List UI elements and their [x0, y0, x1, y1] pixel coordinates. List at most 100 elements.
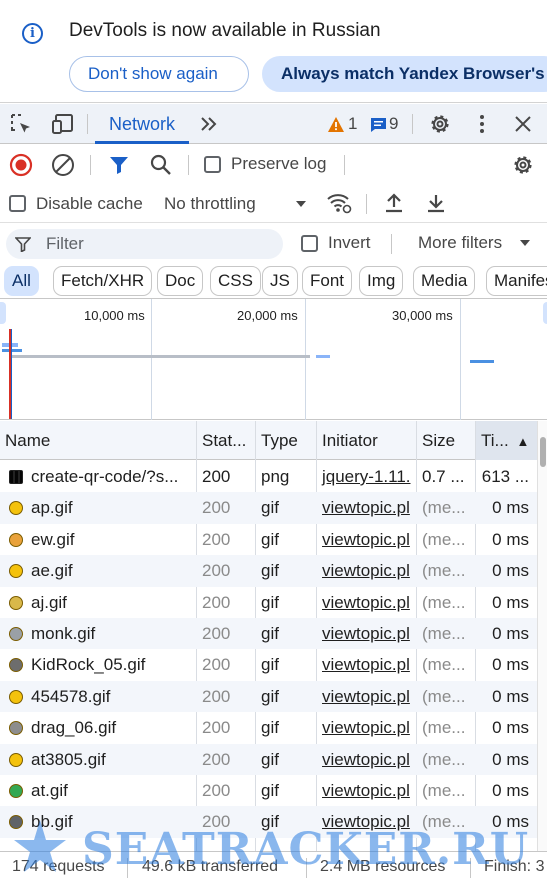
network-conditions-wifi-icon[interactable]: [326, 191, 352, 215]
settings-gear-icon[interactable]: [428, 112, 452, 136]
chip-media[interactable]: Media: [413, 266, 476, 296]
request-name[interactable]: ew.gif: [0, 524, 196, 555]
request-name[interactable]: at3805.gif: [0, 744, 196, 775]
network-settings-gear-icon[interactable]: [511, 153, 535, 177]
toolbar-divider: [366, 194, 367, 214]
table-scrollbar[interactable]: [537, 421, 547, 858]
tab-network[interactable]: Network: [95, 104, 190, 144]
request-initiator-link[interactable]: viewtopic.pl: [317, 806, 416, 837]
network-overview-timeline[interactable]: 10,000 ms 20,000 ms 30,000 ms: [0, 299, 547, 420]
request-initiator-link[interactable]: viewtopic.pl: [317, 524, 416, 555]
table-row[interactable]: 454578.gif 200 gif viewtopic.pl (me... 0 ms: [0, 680, 537, 713]
more-filters-dropdown[interactable]: More filters: [418, 233, 502, 253]
request-initiator-link[interactable]: viewtopic.pl: [317, 587, 416, 618]
table-row[interactable]: monk.gif 200 gif viewtopic.pl (me... 0 ms: [0, 618, 537, 650]
table-row[interactable]: ae.gif 200 gif viewtopic.pl (me... 0 ms: [0, 555, 537, 587]
chip-all[interactable]: All: [4, 266, 39, 296]
request-initiator-link[interactable]: viewtopic.pl: [317, 649, 416, 680]
chip-manifest[interactable]: Manifes: [486, 266, 547, 296]
request-initiator-link[interactable]: viewtopic.pl: [317, 492, 416, 523]
request-type: gif: [261, 624, 279, 643]
table-row[interactable]: ap.gif 200 gif viewtopic.pl (me... 0 ms: [0, 492, 537, 524]
table-row[interactable]: bb.gif 200 gif viewtopic.pl (me... 0 ms: [0, 806, 537, 838]
preserve-log-checkbox[interactable]: [204, 156, 221, 173]
import-har-upload-icon[interactable]: [382, 191, 406, 215]
network-toolbar-primary: Preserve log: [0, 145, 547, 185]
clear-log-icon[interactable]: [51, 153, 75, 177]
throttling-dropdown-arrow-icon[interactable]: [295, 200, 307, 208]
request-size: (me...: [422, 624, 466, 643]
table-row[interactable]: KidRock_05.gif 200 gif viewtopic.pl (me... 0 …: [0, 649, 537, 680]
request-type: gif: [261, 498, 279, 518]
chip-font[interactable]: Font: [302, 266, 353, 296]
request-name[interactable]: aj.gif: [0, 587, 196, 618]
warning-icon: [328, 117, 344, 132]
request-name[interactable]: monk.gif: [0, 618, 196, 649]
request-initiator-link[interactable]: viewtopic.pl: [317, 681, 416, 712]
overview-left-handle[interactable]: [0, 302, 6, 324]
request-initiator-link[interactable]: viewtopic.pl: [317, 744, 416, 775]
request-name[interactable]: 454578.gif: [0, 681, 196, 712]
request-status: 200: [202, 624, 231, 643]
filter-input[interactable]: Filter: [6, 229, 283, 259]
warnings-count[interactable]: 1: [348, 114, 357, 134]
disable-cache-label: Disable cache: [36, 194, 143, 213]
request-initiator-link[interactable]: jquery-1.11.: [317, 461, 416, 492]
request-initiator-link[interactable]: viewtopic.pl: [317, 555, 416, 586]
table-row[interactable]: at.gif 200 gif viewtopic.pl (me... 0 ms: [0, 775, 537, 806]
dont-show-again-button[interactable]: Don't show again: [69, 56, 249, 92]
table-scrollbar-thumb[interactable]: [540, 437, 546, 467]
request-initiator-link[interactable]: viewtopic.pl: [317, 712, 416, 743]
filter-funnel-icon[interactable]: [107, 153, 131, 177]
always-match-language-button[interactable]: Always match Yandex Browser's l: [262, 56, 547, 92]
request-type: gif: [261, 812, 279, 832]
table-row[interactable]: create-qr-code/?s... 200 png jquery-1.11. 0.…: [0, 461, 537, 492]
request-name[interactable]: create-qr-code/?s...: [0, 461, 196, 492]
request-initiator-link[interactable]: viewtopic.pl: [317, 775, 416, 806]
column-header-name[interactable]: Name: [0, 421, 196, 460]
close-icon[interactable]: [511, 112, 535, 136]
throttling-select[interactable]: No throttling: [164, 194, 256, 214]
request-name[interactable]: at.gif: [0, 775, 196, 806]
request-type: gif: [261, 781, 279, 800]
stop-recording-icon[interactable]: [9, 153, 33, 177]
column-header-initiator[interactable]: Initiator: [317, 421, 416, 460]
column-header-type[interactable]: Type: [256, 421, 316, 460]
more-tabs-chevron-icon[interactable]: [197, 112, 221, 136]
request-time: 613 ...: [481, 467, 529, 486]
request-initiator-link[interactable]: viewtopic.pl: [317, 618, 416, 649]
device-toolbar-icon[interactable]: [51, 112, 75, 136]
more-options-kebab-icon[interactable]: [470, 112, 494, 136]
invert-checkbox[interactable]: [301, 235, 318, 252]
table-row[interactable]: drag_06.gif 200 gif viewtopic.pl (me... 0 ms: [0, 712, 537, 743]
table-row[interactable]: ew.gif 200 gif viewtopic.pl (me... 0 ms: [0, 524, 537, 555]
chip-js[interactable]: JS: [262, 266, 298, 296]
request-name[interactable]: ap.gif: [0, 492, 196, 523]
more-filters-arrow-icon[interactable]: [519, 239, 531, 247]
column-header-time[interactable]: Ti... ▲: [476, 421, 537, 460]
request-name[interactable]: ae.gif: [0, 555, 196, 586]
request-name[interactable]: bb.gif: [0, 806, 196, 837]
overview-right-handle[interactable]: [543, 302, 547, 324]
messages-icon: [371, 118, 386, 132]
disable-cache-checkbox[interactable]: [9, 195, 26, 212]
column-header-status[interactable]: Stat...: [197, 421, 255, 460]
overview-gridline: [305, 299, 306, 420]
sort-ascending-icon: ▲: [516, 434, 530, 449]
request-name[interactable]: KidRock_05.gif: [0, 649, 196, 680]
table-row[interactable]: at3805.gif 200 gif viewtopic.pl (me... 0 ms: [0, 743, 537, 775]
chip-css[interactable]: CSS: [210, 266, 261, 296]
chip-fetch-xhr[interactable]: Fetch/XHR: [53, 266, 153, 296]
chip-doc[interactable]: Doc: [157, 266, 204, 296]
request-time: 0 ms: [492, 812, 529, 832]
messages-count[interactable]: 9: [389, 114, 398, 134]
export-har-download-icon[interactable]: [424, 191, 448, 215]
chip-img[interactable]: Img: [359, 266, 404, 296]
request-name[interactable]: drag_06.gif: [0, 712, 196, 743]
column-header-size[interactable]: Size: [417, 421, 475, 460]
request-size: (me...: [422, 812, 466, 832]
inspect-element-icon[interactable]: [9, 112, 33, 136]
table-row[interactable]: aj.gif 200 gif viewtopic.pl (me... 0 ms: [0, 587, 537, 618]
search-icon[interactable]: [149, 153, 173, 177]
devtools-tabbar: Network 1 9: [0, 104, 547, 144]
